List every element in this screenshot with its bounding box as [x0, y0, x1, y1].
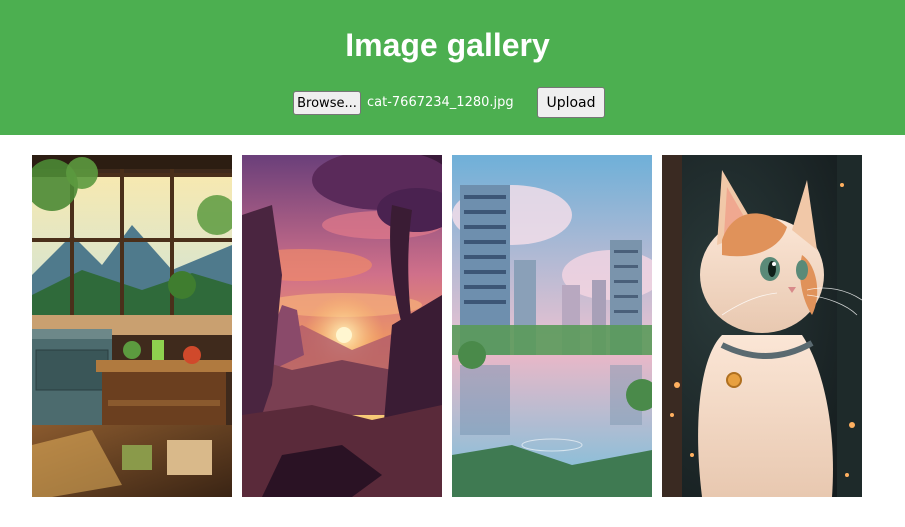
gallery-image-kitchen[interactable]	[32, 155, 232, 497]
selected-file-name: cat-7667234_1280.jpg	[367, 95, 514, 110]
header: Image gallery	[0, 0, 905, 135]
page-title: Image gallery	[345, 27, 550, 63]
gallery-image-sunset[interactable]	[242, 155, 442, 497]
kitchen-image	[32, 155, 232, 497]
city-image	[452, 155, 652, 497]
sunset-image	[242, 155, 442, 497]
gallery-image-cat[interactable]	[662, 155, 862, 497]
gallery-image-city[interactable]	[452, 155, 652, 497]
upload-button[interactable]: Upload	[537, 87, 605, 118]
browse-button[interactable]: Browse...	[293, 91, 361, 115]
cat-image	[662, 155, 862, 497]
image-gallery	[32, 155, 862, 497]
